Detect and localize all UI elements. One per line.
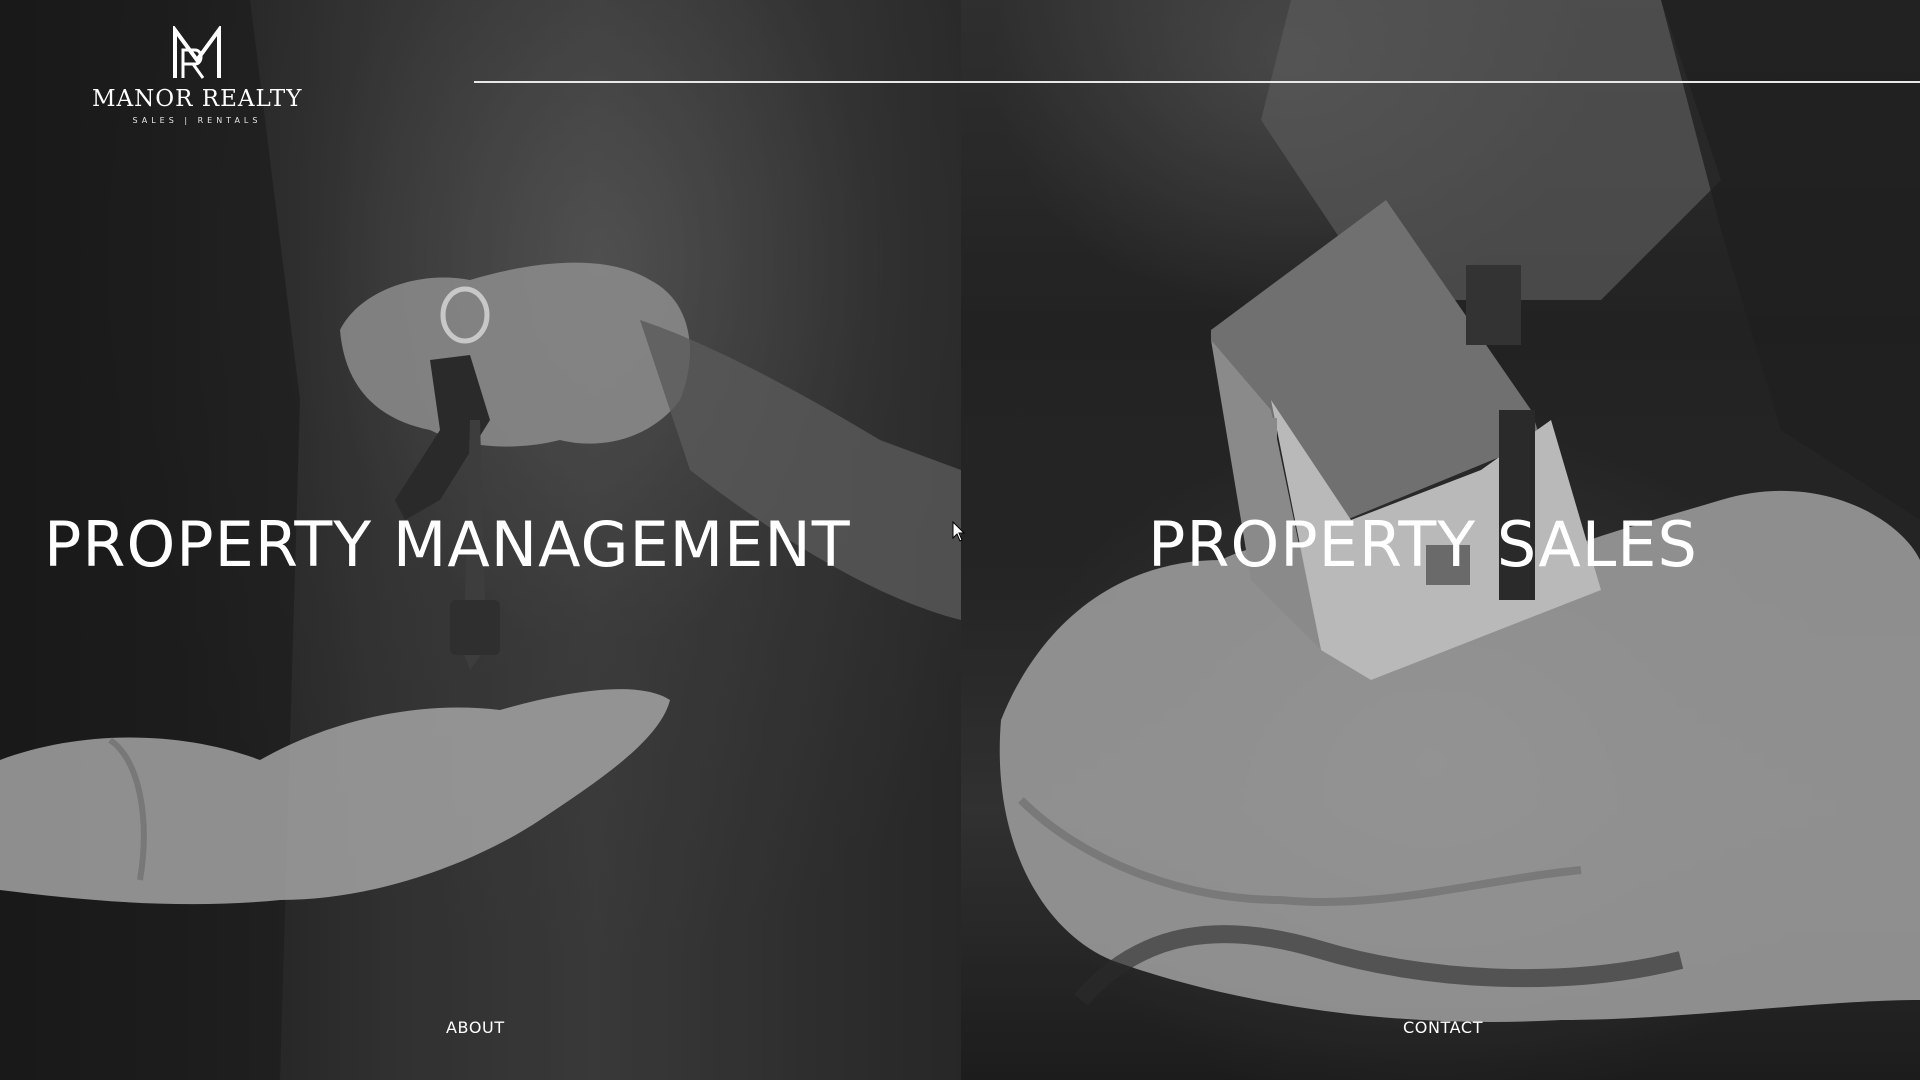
property-sales-panel[interactable]: PROPERTY SALES CONTACT	[961, 0, 1920, 1080]
brand-tagline: SALES | RENTALS	[132, 116, 262, 125]
about-link[interactable]: ABOUT	[446, 1018, 505, 1037]
brand-name: MANOR REALTY	[92, 86, 303, 112]
property-sales-title: PROPERTY SALES	[1148, 508, 1698, 581]
property-management-title: PROPERTY MANAGEMENT	[44, 508, 851, 581]
contact-link[interactable]: CONTACT	[1403, 1018, 1483, 1037]
landing-page: PROPERTY MANAGEMENT ABOUT PROPERTY SALES…	[0, 0, 1920, 1080]
mouse-pointer-icon	[952, 521, 966, 542]
property-management-panel[interactable]: PROPERTY MANAGEMENT ABOUT	[0, 0, 961, 1080]
mr-monogram-icon	[173, 26, 221, 79]
manor-realty-logo[interactable]: MANOR REALTY SALES | RENTALS	[92, 26, 302, 125]
header-divider-line	[474, 81, 1920, 83]
